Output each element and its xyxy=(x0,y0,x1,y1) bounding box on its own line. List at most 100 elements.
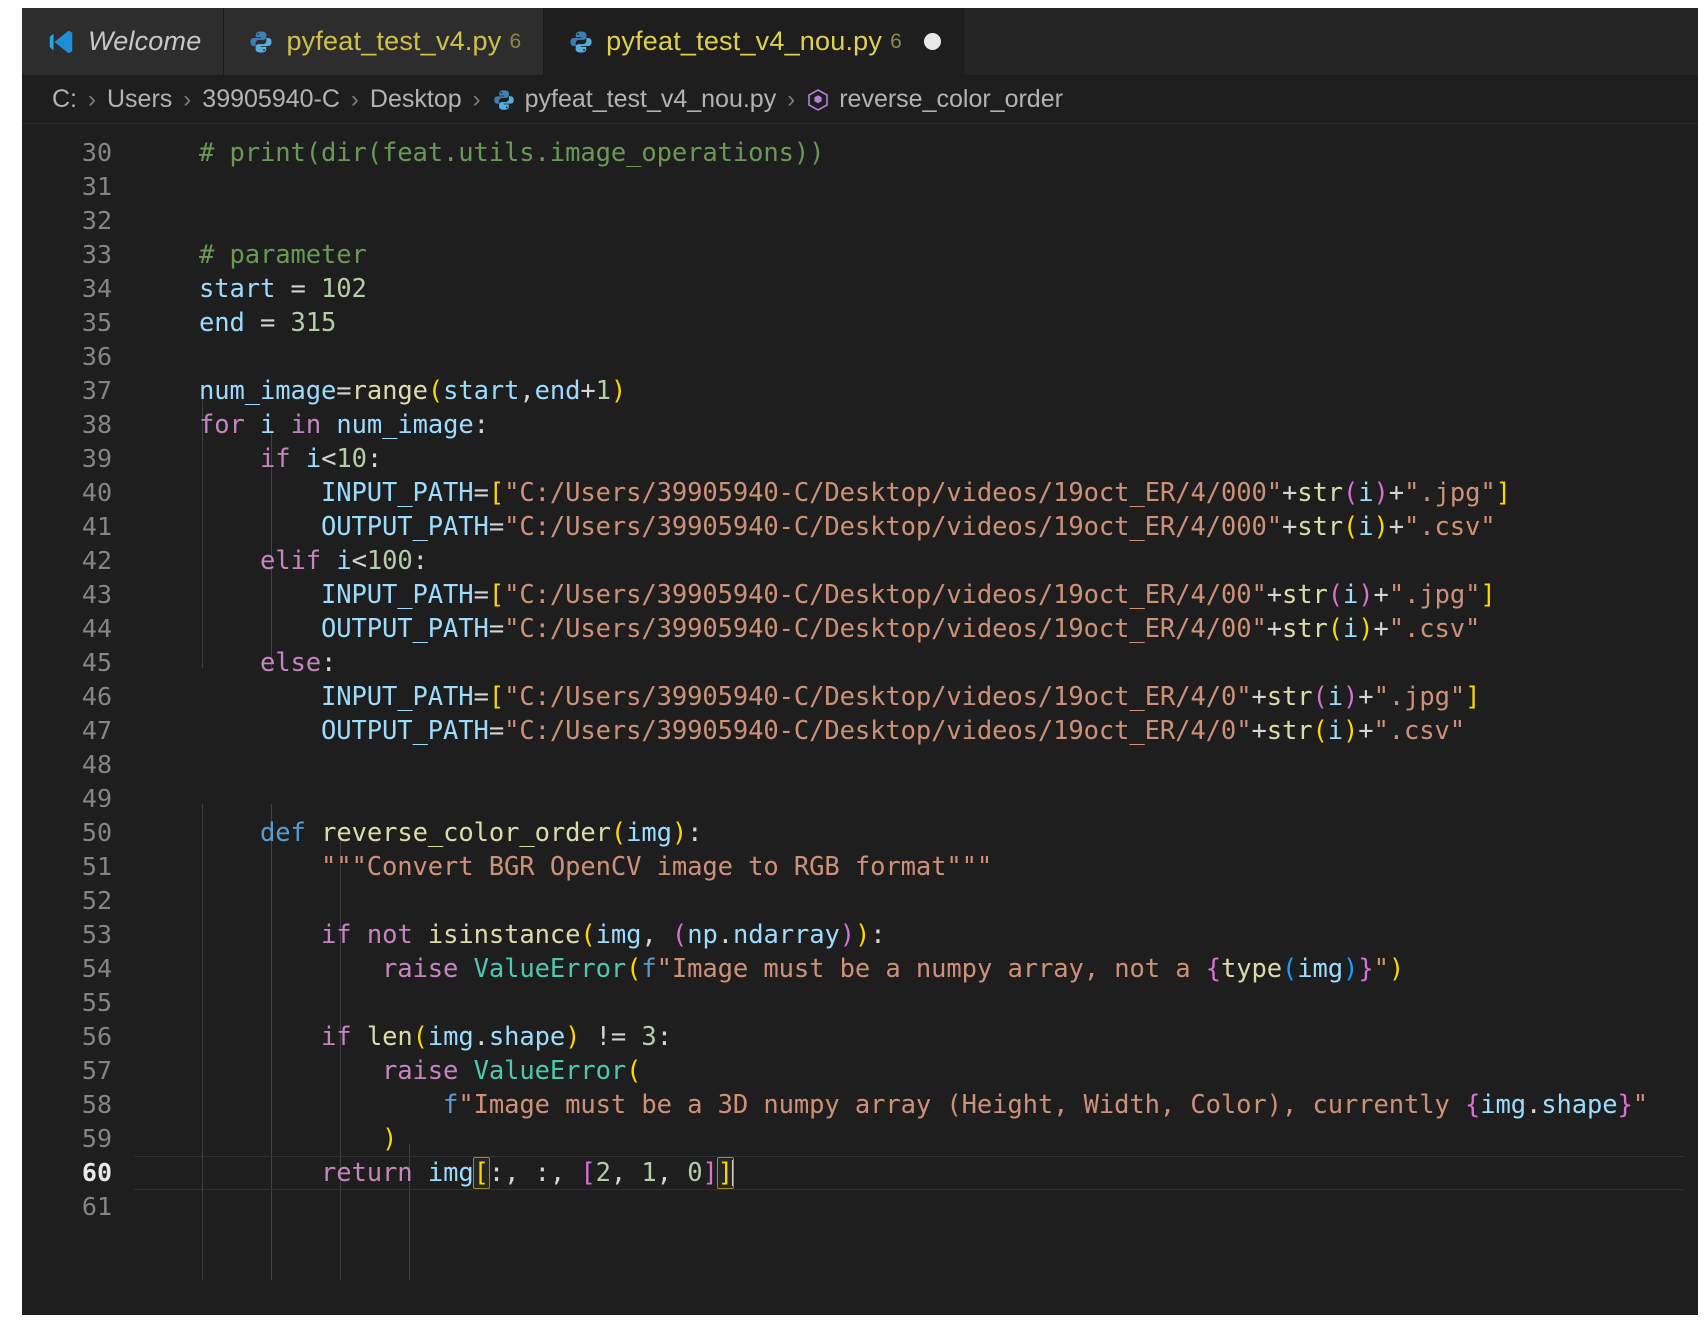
code-line-32[interactable] xyxy=(134,204,1698,238)
line-number: 34 xyxy=(22,272,134,306)
line-number: 53 xyxy=(22,918,134,952)
code-line-30[interactable]: # print(dir(feat.utils.image_operations)… xyxy=(134,136,1698,170)
line-number: 55 xyxy=(22,986,134,1020)
breadcrumb-separator-icon: › xyxy=(351,86,359,114)
python-file-icon xyxy=(568,29,594,55)
code-line-50[interactable]: def reverse_color_order(img): xyxy=(134,816,1698,850)
code-line-61[interactable] xyxy=(134,1190,1698,1224)
code-line-37[interactable]: num_image=range(start,end+1) xyxy=(134,374,1698,408)
code-line-38[interactable]: for i in num_image: xyxy=(134,408,1698,442)
line-number: 61 xyxy=(22,1190,134,1224)
code-line-47[interactable]: OUTPUT_PATH="C:/Users/39905940-C/Desktop… xyxy=(134,714,1698,748)
code-line-39[interactable]: if i<10: xyxy=(134,442,1698,476)
code-line-44[interactable]: OUTPUT_PATH="C:/Users/39905940-C/Desktop… xyxy=(134,612,1698,646)
line-number: 43 xyxy=(22,578,134,612)
breadcrumb-separator-icon: › xyxy=(473,86,481,114)
line-number: 49 xyxy=(22,782,134,816)
line-number: 45 xyxy=(22,646,134,680)
python-file-icon xyxy=(248,29,274,55)
tab-badge: 6 xyxy=(890,30,902,54)
line-number: 32 xyxy=(22,204,134,238)
code-line-49[interactable] xyxy=(134,782,1698,816)
line-number: 30 xyxy=(22,136,134,170)
line-number: 38 xyxy=(22,408,134,442)
line-number: 40 xyxy=(22,476,134,510)
line-number: 59 xyxy=(22,1122,134,1156)
code-line-57[interactable]: raise ValueError( xyxy=(134,1054,1698,1088)
line-number: 56 xyxy=(22,1020,134,1054)
line-number: 58 xyxy=(22,1088,134,1122)
line-number: 35 xyxy=(22,306,134,340)
line-number: 47 xyxy=(22,714,134,748)
tab-label: pyfeat_test_v4.py xyxy=(286,26,501,57)
code-line-31[interactable] xyxy=(134,170,1698,204)
breadcrumb-item-symbol[interactable]: reverse_color_order xyxy=(806,85,1063,114)
code-line-41[interactable]: OUTPUT_PATH="C:/Users/39905940-C/Desktop… xyxy=(134,510,1698,544)
line-number: 44 xyxy=(22,612,134,646)
code-line-58[interactable]: f"Image must be a 3D numpy array (Height… xyxy=(134,1088,1698,1122)
line-number: 46 xyxy=(22,680,134,714)
code-line-36[interactable] xyxy=(134,340,1698,374)
code-line-54[interactable]: raise ValueError(f"Image must be a numpy… xyxy=(134,952,1698,986)
tab-badge: 6 xyxy=(509,30,521,54)
line-number: 51 xyxy=(22,850,134,884)
code-line-35[interactable]: end = 315 xyxy=(134,306,1698,340)
code-editor[interactable]: 30 31 32 33 34 35 36 37 38 39 40 41 42 4… xyxy=(22,124,1698,1315)
line-number: 41 xyxy=(22,510,134,544)
code-line-53[interactable]: if not isinstance(img, (np.ndarray)): xyxy=(134,918,1698,952)
code-line-60[interactable]: return img[:, :, [2, 1, 0]] xyxy=(134,1156,1698,1190)
vscode-window: Welcome pyfeat_test_v4.py 6 pyfeat_test_… xyxy=(22,8,1698,1315)
code-line-56[interactable]: if len(img.shape) != 3: xyxy=(134,1020,1698,1054)
line-number-gutter: 30 31 32 33 34 35 36 37 38 39 40 41 42 4… xyxy=(22,124,134,1315)
tab-pyfeat-test-v4[interactable]: pyfeat_test_v4.py 6 xyxy=(224,8,544,75)
line-number: 54 xyxy=(22,952,134,986)
breadcrumb-separator-icon: › xyxy=(787,86,795,114)
code-line-40[interactable]: INPUT_PATH=["C:/Users/39905940-C/Desktop… xyxy=(134,476,1698,510)
line-number: 33 xyxy=(22,238,134,272)
symbol-method-icon xyxy=(806,88,830,112)
line-number: 48 xyxy=(22,748,134,782)
line-number-active: 60 xyxy=(22,1156,134,1190)
breadcrumb-item-desktop[interactable]: Desktop xyxy=(370,85,462,114)
line-number: 39 xyxy=(22,442,134,476)
text-cursor xyxy=(732,1160,734,1186)
breadcrumb-item-user[interactable]: 39905940-C xyxy=(202,85,340,114)
editor-scrollbar[interactable] xyxy=(1684,124,1698,1315)
code-line-51[interactable]: """Convert BGR OpenCV image to RGB forma… xyxy=(134,850,1698,884)
breadcrumb-symbol-label: reverse_color_order xyxy=(839,85,1063,114)
code-line-48[interactable] xyxy=(134,748,1698,782)
code-content[interactable]: # print(dir(feat.utils.image_operations)… xyxy=(134,124,1698,1315)
line-number: 50 xyxy=(22,816,134,850)
line-number: 52 xyxy=(22,884,134,918)
editor-tab-bar: Welcome pyfeat_test_v4.py 6 pyfeat_test_… xyxy=(22,8,1698,76)
tab-label: Welcome xyxy=(88,26,201,57)
line-number: 36 xyxy=(22,340,134,374)
line-number: 31 xyxy=(22,170,134,204)
code-line-34[interactable]: start = 102 xyxy=(134,272,1698,306)
code-line-55[interactable] xyxy=(134,986,1698,1020)
breadcrumb-item-drive[interactable]: C: xyxy=(52,85,77,114)
unsaved-changes-dot-icon[interactable] xyxy=(924,33,941,50)
breadcrumb-separator-icon: › xyxy=(88,86,96,114)
python-file-icon xyxy=(492,88,516,112)
breadcrumb-separator-icon: › xyxy=(183,86,191,114)
code-line-45[interactable]: else: xyxy=(134,646,1698,680)
line-number: 37 xyxy=(22,374,134,408)
line-number: 42 xyxy=(22,544,134,578)
app-frame: Welcome pyfeat_test_v4.py 6 pyfeat_test_… xyxy=(0,0,1708,1327)
code-line-33[interactable]: # parameter xyxy=(134,238,1698,272)
code-line-43[interactable]: INPUT_PATH=["C:/Users/39905940-C/Desktop… xyxy=(134,578,1698,612)
breadcrumb-file-label: pyfeat_test_v4_nou.py xyxy=(525,85,777,114)
tab-welcome[interactable]: Welcome xyxy=(22,8,224,75)
line-number: 57 xyxy=(22,1054,134,1088)
code-line-59[interactable]: ) xyxy=(134,1122,1698,1156)
breadcrumb-item-users[interactable]: Users xyxy=(107,85,172,114)
code-line-52[interactable] xyxy=(134,884,1698,918)
breadcrumb: C: › Users › 39905940-C › Desktop › pyfe… xyxy=(22,76,1698,124)
code-line-46[interactable]: INPUT_PATH=["C:/Users/39905940-C/Desktop… xyxy=(134,680,1698,714)
vscode-logo-icon xyxy=(46,27,76,57)
breadcrumb-item-file[interactable]: pyfeat_test_v4_nou.py xyxy=(492,85,777,114)
tab-label: pyfeat_test_v4_nou.py xyxy=(606,26,882,57)
tab-pyfeat-test-v4-nou[interactable]: pyfeat_test_v4_nou.py 6 xyxy=(544,8,964,75)
code-line-42[interactable]: elif i<100: xyxy=(134,544,1698,578)
